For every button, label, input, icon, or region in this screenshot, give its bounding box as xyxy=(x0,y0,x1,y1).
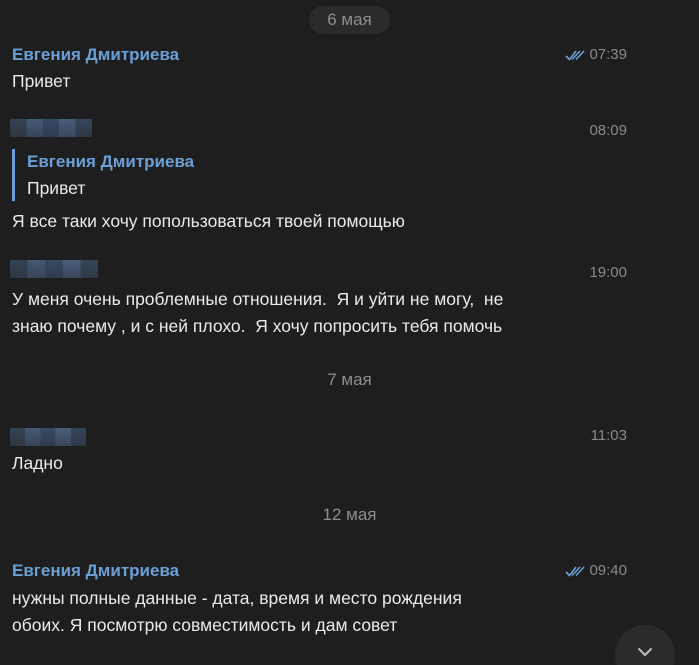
double-check-icon xyxy=(565,49,586,61)
chat-history[interactable]: 6 мая Евгения Дмитриева 07:39 Привет 08:… xyxy=(0,0,699,665)
reply-text: Привет xyxy=(27,178,86,198)
message[interactable]: Евгения Дмитриева 07:39 Привет xyxy=(0,44,699,104)
sender-name[interactable]: Евгения Дмитриева xyxy=(12,561,179,581)
date-label: 7 мая xyxy=(327,370,372,389)
message[interactable]: 19:00 У меня очень проблемные отношения.… xyxy=(0,258,699,348)
message-time: 09:40 xyxy=(565,562,627,579)
date-separator: 7 мая xyxy=(0,366,699,394)
message-text: Я все таки хочу попользоваться твоей пом… xyxy=(12,211,405,231)
message-text: Привет xyxy=(12,71,71,91)
message-text: нужны полные данные - дата, время и мест… xyxy=(12,588,462,635)
message[interactable]: 11:03 Ладно xyxy=(0,424,699,484)
avatar-name-blurred xyxy=(10,428,86,446)
message-time: 07:39 xyxy=(565,46,627,63)
date-separator: 6 мая xyxy=(0,6,699,34)
sender-name[interactable]: Евгения Дмитриева xyxy=(12,45,179,65)
message-time: 08:09 xyxy=(589,122,627,139)
avatar-name-blurred xyxy=(10,260,98,278)
message-time: 19:00 xyxy=(589,264,627,281)
message-time: 11:03 xyxy=(590,427,627,444)
date-label: 6 мая xyxy=(309,6,390,34)
date-separator: 12 мая xyxy=(0,501,699,529)
message-text: Ладно xyxy=(12,453,63,473)
avatar-name-blurred xyxy=(10,119,92,137)
date-label: 12 мая xyxy=(322,505,377,524)
reply-quote[interactable]: Евгения Дмитриева Привет xyxy=(12,149,194,201)
reply-sender: Евгения Дмитриева xyxy=(27,152,195,171)
message-text: У меня очень проблемные отношения. Я и у… xyxy=(12,289,504,336)
message[interactable]: 08:09 Евгения Дмитриева Привет Я все так… xyxy=(0,118,699,238)
double-check-icon xyxy=(565,565,586,577)
message[interactable]: Евгения Дмитриева 09:40 нужны полные дан… xyxy=(0,560,699,650)
chevron-down-icon xyxy=(638,648,652,656)
